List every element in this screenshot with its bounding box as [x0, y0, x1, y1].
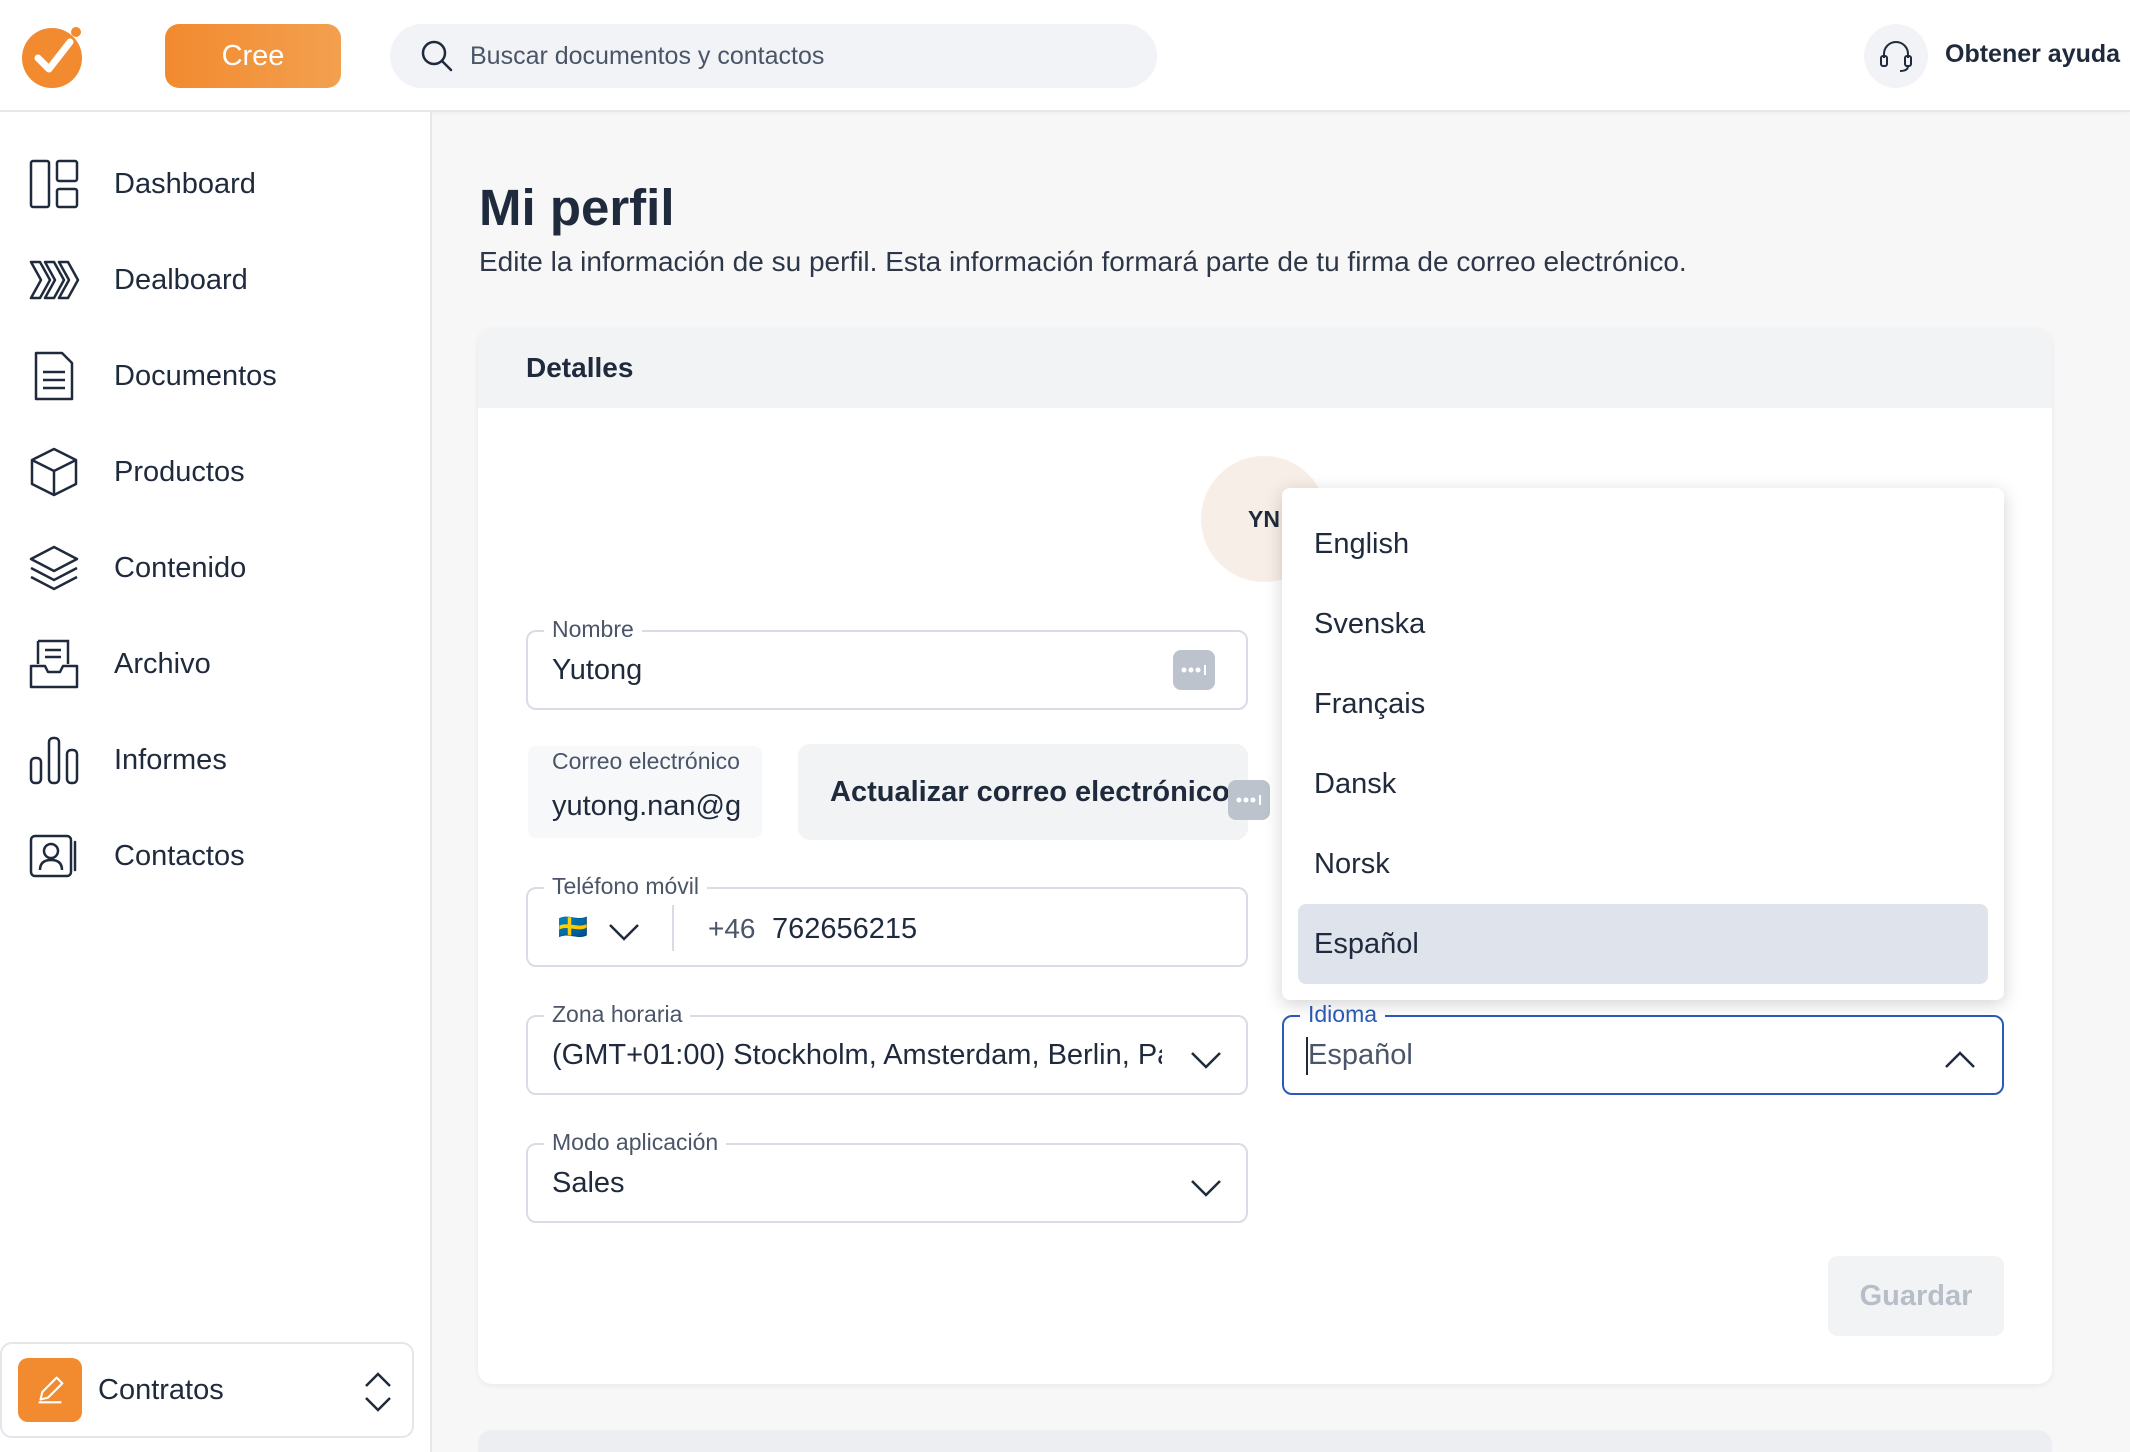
sidebar-item-label: Contactos: [114, 839, 245, 872]
dashboard-icon: [29, 159, 79, 209]
archive-icon: [29, 639, 79, 689]
sidebar-item-documentos[interactable]: Documentos: [28, 344, 277, 408]
sidebar-item-label: Informes: [114, 743, 227, 776]
sidebar-item-label: Documentos: [114, 359, 277, 392]
text-cursor: [1306, 1037, 1308, 1075]
top-bar: Cree Obtener ayuda: [0, 0, 2130, 112]
language-label: Idioma: [1300, 1001, 1386, 1028]
sidebar-item-label: Dashboard: [114, 167, 256, 200]
app-logo-icon[interactable]: [20, 22, 88, 90]
sidebar-item-label: Archivo: [114, 647, 211, 680]
phone-prefix: +46: [708, 913, 756, 944]
contact-card-icon: [29, 834, 77, 878]
phone-label: Teléfono móvil: [544, 873, 708, 900]
help-link[interactable]: Obtener ayuda: [1945, 40, 2120, 69]
app-mode-value: Sales: [552, 1167, 625, 1199]
language-option-selected[interactable]: Español: [1298, 904, 1988, 984]
workspace-switcher[interactable]: Contratos: [0, 1342, 414, 1438]
language-select[interactable]: Idioma Español: [1282, 1001, 2004, 1095]
chevron-down-icon: [1191, 1180, 1221, 1197]
workspace-label: Contratos: [98, 1373, 224, 1406]
language-option[interactable]: Svenska: [1298, 584, 1988, 664]
app-mode-select[interactable]: Modo aplicación Sales: [526, 1129, 1248, 1223]
timezone-select[interactable]: Zona horaria (GMT+01:00) Stockholm, Amst…: [526, 1001, 1248, 1095]
email-value: yutong.nan@g: [552, 790, 742, 822]
search-input[interactable]: [470, 41, 1110, 71]
timezone-label: Zona horaria: [544, 1001, 691, 1028]
search-bar[interactable]: [390, 24, 1157, 88]
sidebar-item-label: Contenido: [114, 551, 247, 584]
timezone-value: (GMT+01:00) Stockholm, Amsterdam, Berlin…: [552, 1039, 1162, 1071]
sidebar-item-label: Productos: [114, 455, 245, 488]
chevron-up-icon[interactable]: [1942, 1041, 1978, 1077]
sidebar-item-archivo[interactable]: Archivo: [28, 632, 211, 696]
password-manager-icon[interactable]: [1228, 780, 1270, 820]
email-label: Correo electrónico: [552, 748, 740, 774]
chevron-down-icon[interactable]: [606, 913, 642, 949]
password-manager-icon[interactable]: [1173, 650, 1215, 690]
sidebar-item-contactos[interactable]: Contactos: [28, 824, 245, 888]
search-icon: [421, 40, 453, 72]
sidebar-item-informes[interactable]: Informes: [28, 728, 227, 792]
dealboard-icon: [29, 260, 80, 300]
language-option[interactable]: English: [1298, 504, 1988, 584]
update-email-button[interactable]: Actualizar correo electrónico: [798, 744, 1248, 840]
sidebar: Dashboard Dealboard Documentos Productos: [0, 112, 432, 1452]
page-subtitle: Edite la información de su perfil. Esta …: [479, 246, 1687, 277]
next-card: [478, 1430, 2052, 1452]
divider: [672, 905, 674, 951]
sidebar-item-label: Dealboard: [114, 263, 248, 296]
bar-chart-icon: [29, 736, 79, 785]
chevron-down-icon: [1191, 1052, 1221, 1069]
chevron-up-down-icon: [365, 1372, 391, 1412]
phone-field[interactable]: Teléfono móvil 🇸🇪 +46 762656215: [526, 873, 1248, 967]
layers-icon: [29, 545, 79, 591]
document-icon: [34, 351, 74, 401]
sidebar-item-dashboard[interactable]: Dashboard: [28, 152, 256, 216]
sidebar-item-contenido[interactable]: Contenido: [28, 536, 246, 600]
sidebar-item-dealboard[interactable]: Dealboard: [28, 248, 248, 312]
pen-icon: [18, 1358, 82, 1422]
language-value[interactable]: Español: [1308, 1039, 1413, 1072]
app-mode-label: Modo aplicación: [544, 1129, 727, 1156]
language-option[interactable]: Dansk: [1298, 744, 1988, 824]
phone-input[interactable]: 762656215: [772, 913, 917, 946]
headset-icon[interactable]: [1864, 24, 1928, 88]
box-icon: [30, 447, 78, 497]
card-title: Detalles: [478, 328, 2052, 408]
page-title: Mi perfil: [479, 179, 675, 236]
email-field[interactable]: Correo electrónico yutong.nan@g: [526, 744, 764, 840]
name-field[interactable]: Nombre Yutong: [526, 616, 1248, 710]
sidebar-item-productos[interactable]: Productos: [28, 440, 245, 504]
save-button[interactable]: Guardar: [1828, 1256, 2004, 1336]
language-option[interactable]: Français: [1298, 664, 1988, 744]
language-option[interactable]: Norsk: [1298, 824, 1988, 904]
flag-sweden-icon: 🇸🇪: [558, 914, 588, 941]
create-button[interactable]: Cree: [165, 24, 341, 88]
language-dropdown: English Svenska Français Dansk Norsk Esp…: [1282, 488, 2004, 1000]
name-input[interactable]: Yutong: [552, 654, 642, 687]
name-label: Nombre: [544, 616, 642, 643]
